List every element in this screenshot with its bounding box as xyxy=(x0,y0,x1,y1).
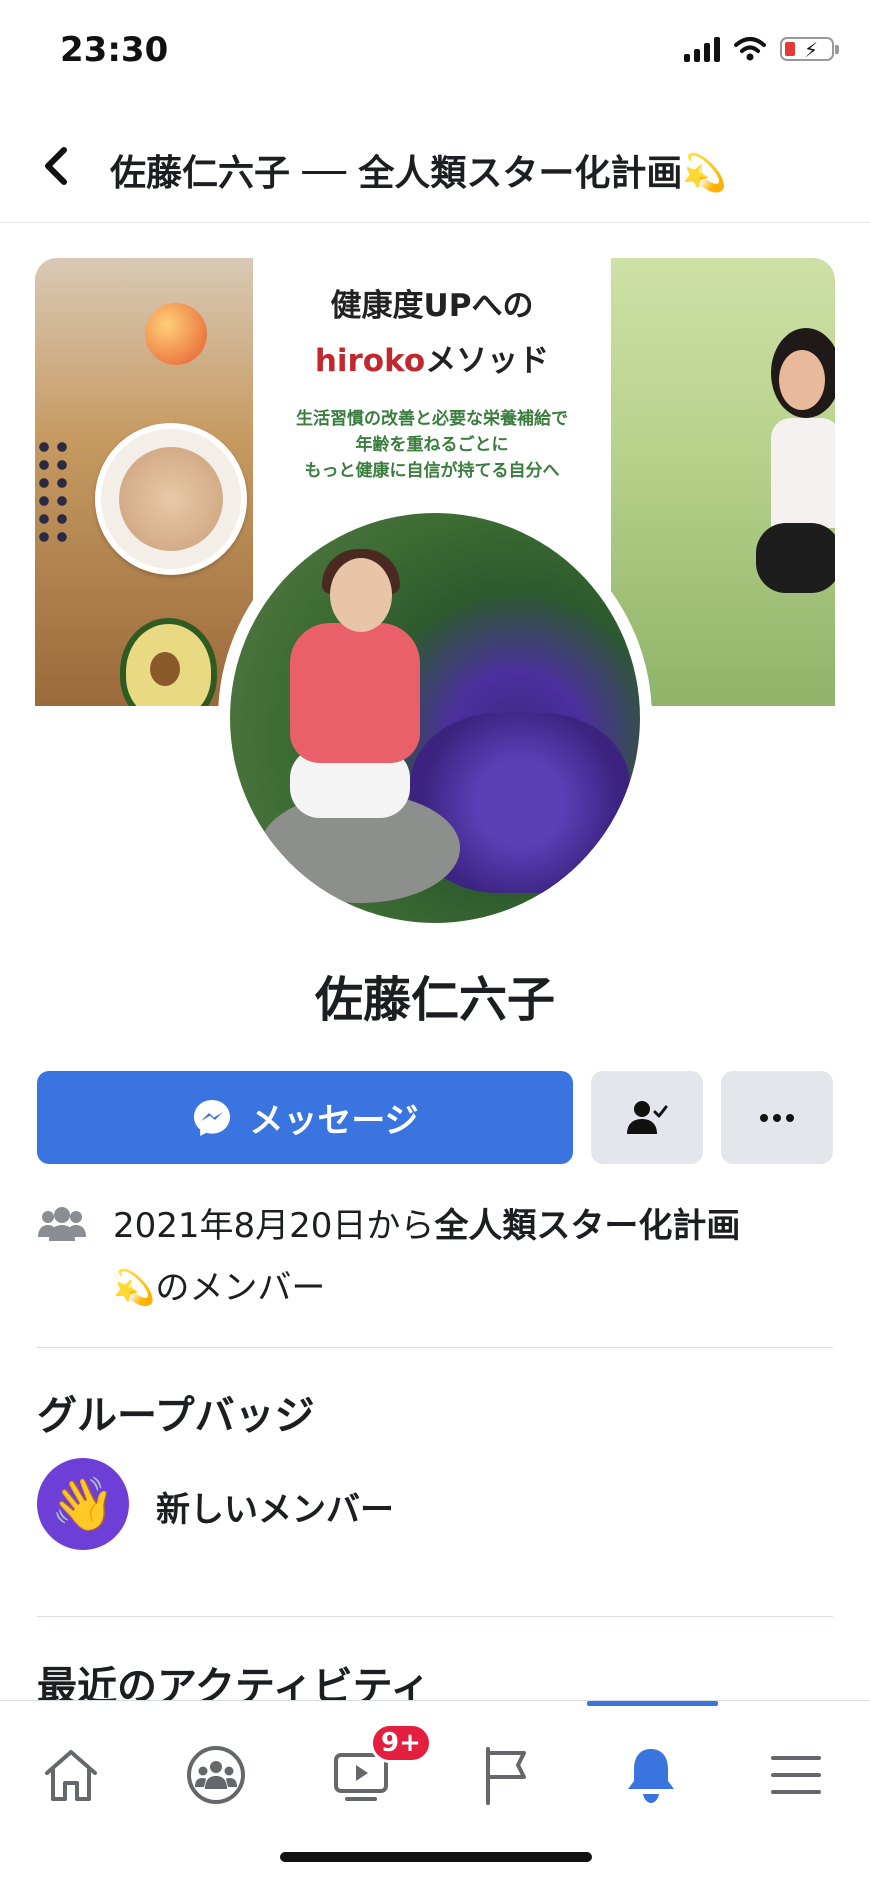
person-check-icon xyxy=(627,1100,668,1134)
group-name-link[interactable]: 全人類スター化計画 xyxy=(434,1206,740,1246)
friend-status-button[interactable] xyxy=(591,1071,703,1164)
cover-woman-image xyxy=(611,258,835,706)
divider xyxy=(37,1616,833,1617)
battery-icon: ⚡ xyxy=(780,37,839,62)
status-bar: 23:30 ⚡ xyxy=(0,0,870,110)
navigation-bar: 佐藤仁六子 ── 全人類スター化計画💫 xyxy=(0,110,870,223)
group-members-icon xyxy=(38,1207,86,1241)
cover-subtext: 生活習慣の改善と必要な栄養補給で 年齢を重ねるごとに もっと健康に自信が持てる自… xyxy=(296,409,568,481)
messenger-icon xyxy=(194,1099,231,1136)
home-indicator[interactable] xyxy=(280,1852,592,1862)
tab-groups[interactable] xyxy=(166,1735,266,1815)
tab-menu[interactable] xyxy=(746,1735,846,1815)
membership-suffix: 💫のメンバー xyxy=(113,1268,326,1308)
more-options-button[interactable] xyxy=(721,1071,833,1164)
group-badges-title: グループバッジ xyxy=(37,1393,315,1439)
waving-hand-badge-icon[interactable]: 👋 xyxy=(37,1458,129,1550)
message-button[interactable]: メッセージ xyxy=(37,1071,573,1164)
status-time: 23:30 xyxy=(60,30,169,70)
flag-icon xyxy=(486,1747,526,1805)
profile-name: 佐藤仁六子 xyxy=(314,972,555,1028)
membership-date-line: 2021年8月20日から全人類スター化計画 xyxy=(113,1206,741,1246)
cellular-signal-icon xyxy=(684,36,720,62)
back-arrow-icon[interactable] xyxy=(34,136,84,196)
more-dots-icon xyxy=(760,1113,794,1122)
tab-notifications[interactable] xyxy=(601,1735,701,1815)
page-title: 佐藤仁六子 ── 全人類スター化計画💫 xyxy=(110,153,728,194)
message-button-label: メッセージ xyxy=(249,1101,419,1141)
watch-notification-badge: 9+ xyxy=(370,1723,432,1763)
profile-avatar[interactable] xyxy=(230,513,640,923)
cover-heading-line1: 健康度UPへの xyxy=(330,288,534,324)
wifi-icon xyxy=(734,37,766,61)
bell-icon xyxy=(628,1749,674,1803)
badge-label: 新しいメンバー xyxy=(156,1490,394,1530)
hamburger-menu-icon xyxy=(771,1756,821,1794)
active-tab-indicator xyxy=(587,1701,718,1706)
tab-pages[interactable] xyxy=(456,1735,556,1815)
system-icons: ⚡ xyxy=(684,36,839,62)
tab-home[interactable] xyxy=(21,1735,121,1815)
cover-food-image xyxy=(35,258,253,706)
cover-heading-line2: hirokoメソッド xyxy=(314,343,550,379)
groups-icon xyxy=(187,1746,245,1804)
home-icon xyxy=(45,1750,97,1801)
divider xyxy=(37,1347,833,1348)
